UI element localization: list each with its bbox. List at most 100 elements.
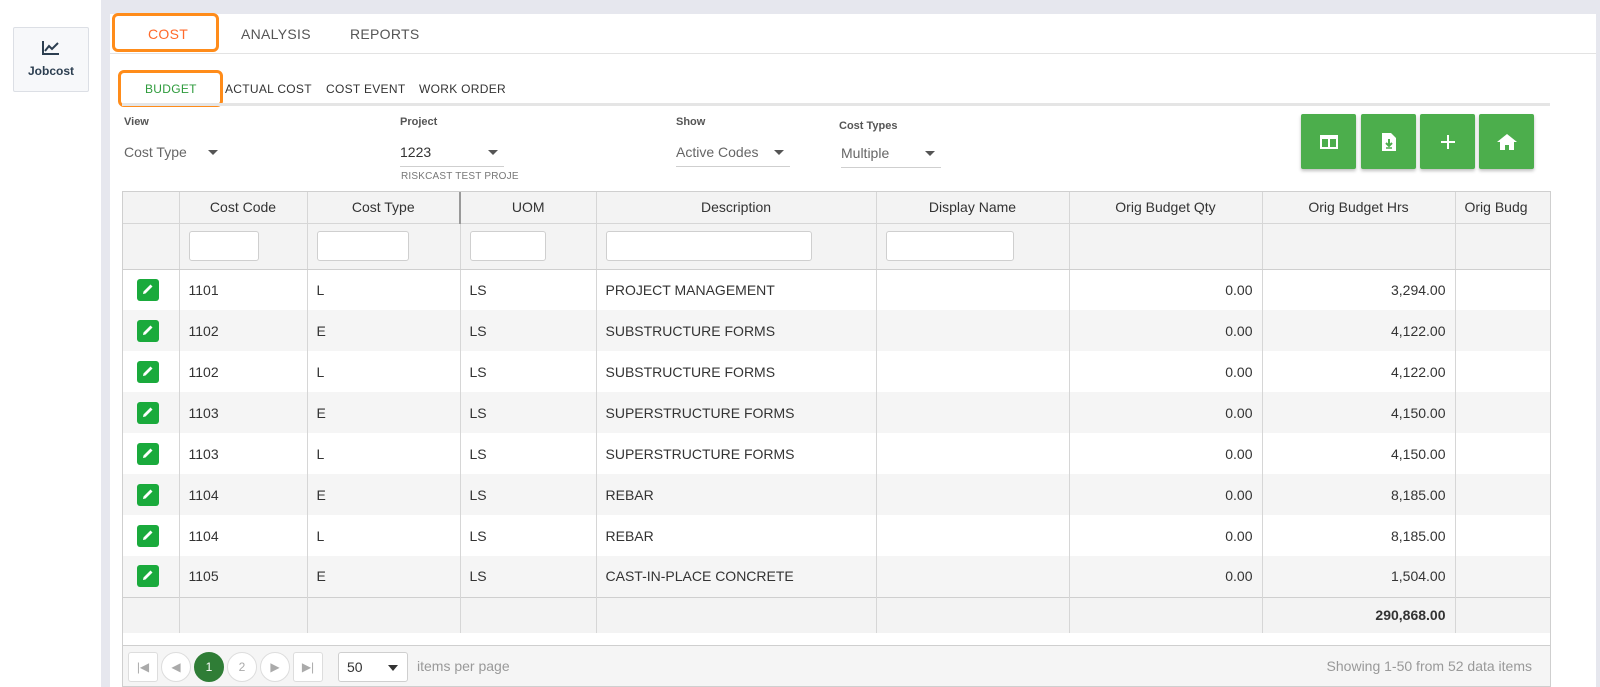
cell-display-name [876,556,1070,597]
jobcost-app-tile[interactable]: Jobcost [13,27,89,92]
cell-orig-budget [1455,269,1550,310]
add-icon [1440,134,1455,149]
grid-footer-row: 290,868.00 [123,596,1550,633]
export-file-icon [1381,132,1396,151]
project-select[interactable]: 1223 [400,137,504,167]
column-header-orig-budget[interactable]: Orig Budg [1455,192,1550,224]
page-size-select[interactable]: 50 [338,652,408,682]
column-header-uom[interactable]: UOM [460,192,597,224]
cell-cost-type: E [307,310,461,351]
tab-analysis[interactable]: ANALYSIS [241,14,311,54]
sub-tabs: BUDGET ACTUAL COST COST EVENT WORK ORDER [110,70,1596,112]
cell-cost-code: 1103 [179,392,308,433]
subtab-cost-event[interactable]: COST EVENT [326,82,405,96]
cell-orig-budget-hrs: 4,122.00 [1262,351,1456,392]
page-2-button[interactable]: 2 [227,652,257,682]
cell-cost-type: L [307,433,461,474]
project-name: RISKCAST TEST PROJE [401,171,519,182]
edit-row-button[interactable] [137,360,159,383]
cell-display-name [876,310,1070,351]
subtab-budget[interactable]: BUDGET [145,82,197,96]
cell-orig-budget [1455,515,1550,556]
filter-input-display-name[interactable] [885,231,1014,261]
next-page-button[interactable]: ▶ [260,652,290,682]
column-header-description[interactable]: Description [596,192,877,224]
home-button[interactable] [1479,114,1534,169]
page-1-button[interactable]: 1 [194,652,224,682]
tab-reports[interactable]: REPORTS [350,14,420,54]
cell-uom: LS [460,515,597,556]
edit-row-button[interactable] [137,483,159,506]
tab-cost[interactable]: COST [148,14,188,54]
show-select[interactable]: Active Codes [676,137,790,167]
cell-orig-budget-hrs: 4,150.00 [1262,392,1456,433]
cell-description: PROJECT MANAGEMENT [596,269,877,310]
pencil-icon [143,448,153,458]
filter-input-description[interactable] [605,231,812,261]
columns-button[interactable] [1301,114,1356,169]
cell-uom: LS [460,474,597,515]
cell-description: CAST-IN-PLACE CONCRETE [596,556,877,597]
last-page-button[interactable]: ▶| [293,652,323,682]
column-header-cost-type[interactable]: Cost Type [307,192,461,224]
pencil-icon [143,570,153,581]
edit-row-button[interactable] [137,319,159,342]
first-page-button[interactable]: |◀ [128,652,158,682]
edit-row-button[interactable] [137,278,159,301]
pencil-icon [143,325,153,335]
table-row: 1104 L LS REBAR 0.00 8,185.00 [123,515,1550,556]
project-label: Project [400,116,438,128]
cell-orig-budget [1455,474,1550,515]
subtab-work-order[interactable]: WORK ORDER [419,82,506,96]
view-label: View [124,116,149,128]
filter-input-cost-type[interactable] [316,231,409,261]
cell-orig-budget-hrs: 1,504.00 [1262,556,1456,597]
edit-row-button[interactable] [137,442,159,465]
cell-cost-type: L [307,269,461,310]
cell-display-name [876,269,1070,310]
prev-page-button[interactable]: ◀ [161,652,191,682]
edit-row-button[interactable] [137,401,159,424]
cell-cost-type: E [307,392,461,433]
view-select[interactable]: Cost Type [124,137,224,167]
cell-cost-code: 1104 [179,515,308,556]
pencil-icon [143,407,153,417]
chart-line-icon [42,41,59,55]
edit-row-button[interactable] [137,565,159,588]
cell-description: SUPERSTRUCTURE FORMS [596,433,877,474]
cell-uom: LS [460,433,597,474]
cell-cost-type: L [307,351,461,392]
table-row: 1102 E LS SUBSTRUCTURE FORMS 0.00 4,122.00 [123,310,1550,351]
grid-header-row: Cost Code Cost Type UOM Description Disp… [123,192,1550,224]
cell-description: SUBSTRUCTURE FORMS [596,310,877,351]
app-rail: Jobcost [0,0,101,687]
pager: |◀ ◀ 1 2 ▶ ▶| 50 items per page Showing … [123,645,1550,686]
pencil-icon [143,530,153,540]
main-panel: COST ANALYSIS REPORTS BUDGET ACTUAL COST… [110,13,1596,687]
edit-row-button[interactable] [137,524,159,547]
export-button[interactable] [1361,114,1416,169]
column-header-orig-budget-hrs[interactable]: Orig Budget Hrs [1262,192,1456,224]
table-row: 1101 L LS PROJECT MANAGEMENT 0.00 3,294.00 [123,269,1550,310]
cell-orig-budget-qty: 0.00 [1069,556,1263,597]
cell-display-name [876,515,1070,556]
chevron-down-icon [488,150,498,155]
cell-orig-budget-hrs: 4,150.00 [1262,433,1456,474]
cell-orig-budget-qty: 0.00 [1069,433,1263,474]
subtab-divider [122,103,1550,106]
column-header-orig-budget-qty[interactable]: Orig Budget Qty [1069,192,1263,224]
cost-types-select[interactable]: Multiple [841,138,941,168]
cell-orig-budget-hrs: 3,294.00 [1262,269,1456,310]
cell-uom: LS [460,392,597,433]
filter-input-cost-code[interactable] [188,231,259,261]
cell-uom: LS [460,310,597,351]
subtab-actual-cost[interactable]: ACTUAL COST [225,82,312,96]
cell-uom: LS [460,269,597,310]
page-size-value: 50 [347,659,363,675]
filter-input-uom[interactable] [469,231,546,261]
top-tabs: COST ANALYSIS REPORTS [110,13,1596,54]
add-button[interactable] [1420,114,1475,169]
pager-summary: Showing 1-50 from 52 data items [1326,658,1532,674]
column-header-display-name[interactable]: Display Name [876,192,1070,224]
column-header-cost-code[interactable]: Cost Code [179,192,308,224]
